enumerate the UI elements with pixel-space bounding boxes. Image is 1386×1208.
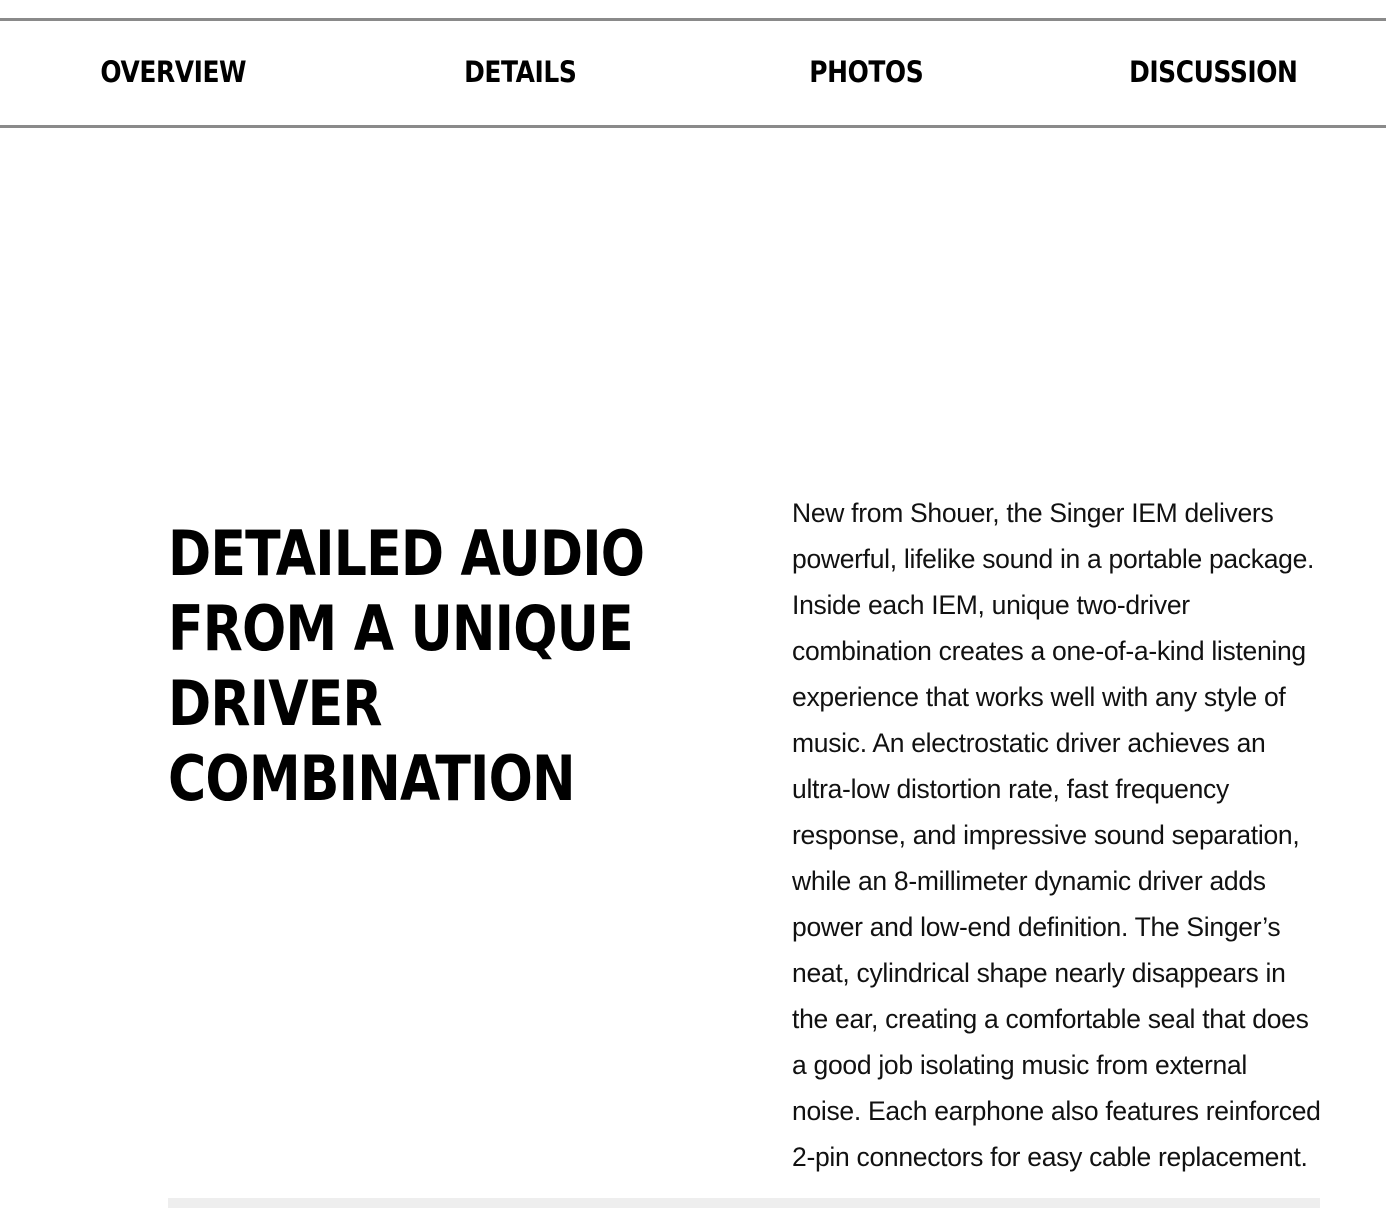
tab-photos[interactable]: PHOTOS [717,55,1015,91]
tab-overview[interactable]: OVERVIEW [24,55,322,91]
section-headline: DETAILED AUDIO FROM A UNIQUE DRIVER COMB… [168,517,645,815]
tab-discussion[interactable]: DISCUSSION [1064,55,1362,91]
content-panel-edge [168,1198,1320,1208]
tab-details[interactable]: DETAILS [371,55,669,91]
section-tab-bar: OVERVIEW DETAILS PHOTOS DISCUSSION [0,18,1386,128]
page: OVERVIEW DETAILS PHOTOS DISCUSSION DETAI… [0,0,1386,1208]
product-description: New from Shouer, the Singer IEM delivers… [792,498,1321,1172]
